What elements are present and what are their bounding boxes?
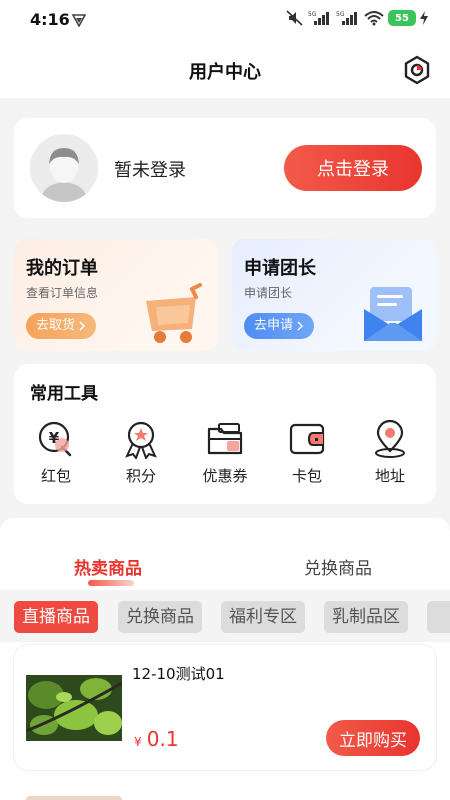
- leader-title: 申请团长: [244, 258, 316, 279]
- category-chip[interactable]: 兑换商品: [118, 601, 202, 633]
- mute-icon: [286, 10, 303, 26]
- status-icons: 5G 5G 55: [286, 10, 428, 26]
- orders-title: 我的订单: [26, 258, 98, 279]
- settings-hexagon-icon[interactable]: [402, 55, 432, 85]
- tools-title: 常用工具: [30, 384, 98, 404]
- tool-address[interactable]: 地址: [355, 419, 425, 486]
- tool-card-wallet[interactable]: 卡包: [272, 419, 342, 486]
- location-pin-icon: [375, 419, 405, 458]
- points-medal-icon: [125, 421, 157, 459]
- tab-exchange-products[interactable]: 兑换商品: [304, 554, 372, 579]
- default-avatar-icon[interactable]: [30, 134, 98, 202]
- status-bar: 4:16 5G 5G 55: [0, 0, 450, 40]
- battery-indicator: 55: [388, 10, 416, 26]
- pickup-button[interactable]: 去取货: [26, 313, 97, 339]
- active-tab-indicator: [88, 580, 134, 586]
- wallet-icon: [289, 423, 325, 455]
- next-product-card[interactable]: [14, 782, 436, 800]
- chevron-right-icon: [79, 321, 86, 331]
- product-card[interactable]: 12-10测试01 ¥ 0.1 立即购买: [14, 645, 436, 770]
- coupon-folder-icon: [207, 423, 243, 455]
- apply-leader-card[interactable]: 申请团长 申请团长 去申请: [232, 239, 436, 351]
- buy-now-button[interactable]: 立即购买: [326, 720, 420, 756]
- category-chip[interactable]: 乳制品区: [324, 601, 408, 633]
- product-price: ¥ 0.1: [134, 727, 179, 751]
- my-orders-card[interactable]: 我的订单 查看订单信息 去取货: [14, 239, 218, 351]
- tool-label: 卡包: [291, 467, 322, 485]
- wifi-icon: [364, 11, 384, 26]
- category-chip[interactable]: 直播商品: [14, 601, 98, 633]
- svg-text:5G: 5G: [308, 11, 317, 18]
- login-button[interactable]: 点击登录: [284, 145, 422, 191]
- profile-card: 暂未登录 点击登录: [14, 118, 436, 218]
- tool-label: 优惠券: [202, 467, 248, 485]
- leader-subtitle: 申请团长: [244, 286, 293, 300]
- vpn-icon: [72, 14, 86, 27]
- tool-coupon[interactable]: 优惠券: [190, 419, 260, 486]
- svg-text:5G: 5G: [336, 11, 345, 18]
- pickup-button-label: 去取货: [36, 318, 76, 333]
- next-product-image: [26, 796, 122, 800]
- status-time: 4:16: [30, 10, 70, 29]
- charging-icon: [420, 11, 428, 25]
- category-chip-overflow[interactable]: [427, 601, 450, 633]
- signal-5g-icon-2: 5G: [336, 11, 357, 25]
- cart-icon: [146, 283, 202, 343]
- tool-label: 积分: [125, 467, 156, 485]
- tool-red-packet[interactable]: ¥ 红包: [21, 419, 91, 486]
- nav-bar: 用户中心: [0, 40, 450, 98]
- tool-points[interactable]: 积分: [106, 419, 176, 486]
- red-packet-icon: ¥: [38, 421, 72, 457]
- tool-label: 红包: [40, 467, 71, 485]
- apply-button[interactable]: 去申请: [244, 313, 315, 339]
- category-chip-strip[interactable]: 直播商品 兑换商品 福利专区 乳制品区: [0, 590, 450, 642]
- signal-5g-icon: 5G: [308, 11, 329, 25]
- common-tools-card: 常用工具 ¥ 红包 积分 优惠券 卡包 地址: [14, 364, 436, 504]
- page-title: 用户中心: [189, 62, 261, 83]
- category-chip[interactable]: 福利专区: [221, 601, 305, 633]
- price-currency: ¥: [134, 735, 142, 749]
- envelope-icon: [364, 287, 422, 341]
- tool-label: 地址: [374, 467, 405, 485]
- orders-subtitle: 查看订单信息: [26, 286, 99, 300]
- apply-button-label: 去申请: [254, 318, 294, 333]
- product-name: 12-10测试01: [132, 665, 225, 683]
- login-status-text: 暂未登录: [114, 160, 186, 181]
- svg-text:¥: ¥: [49, 429, 60, 447]
- product-image[interactable]: [26, 675, 122, 741]
- chevron-right-icon: [297, 321, 304, 331]
- price-value: 0.1: [146, 727, 179, 751]
- tab-hot-products[interactable]: 热卖商品: [74, 554, 142, 579]
